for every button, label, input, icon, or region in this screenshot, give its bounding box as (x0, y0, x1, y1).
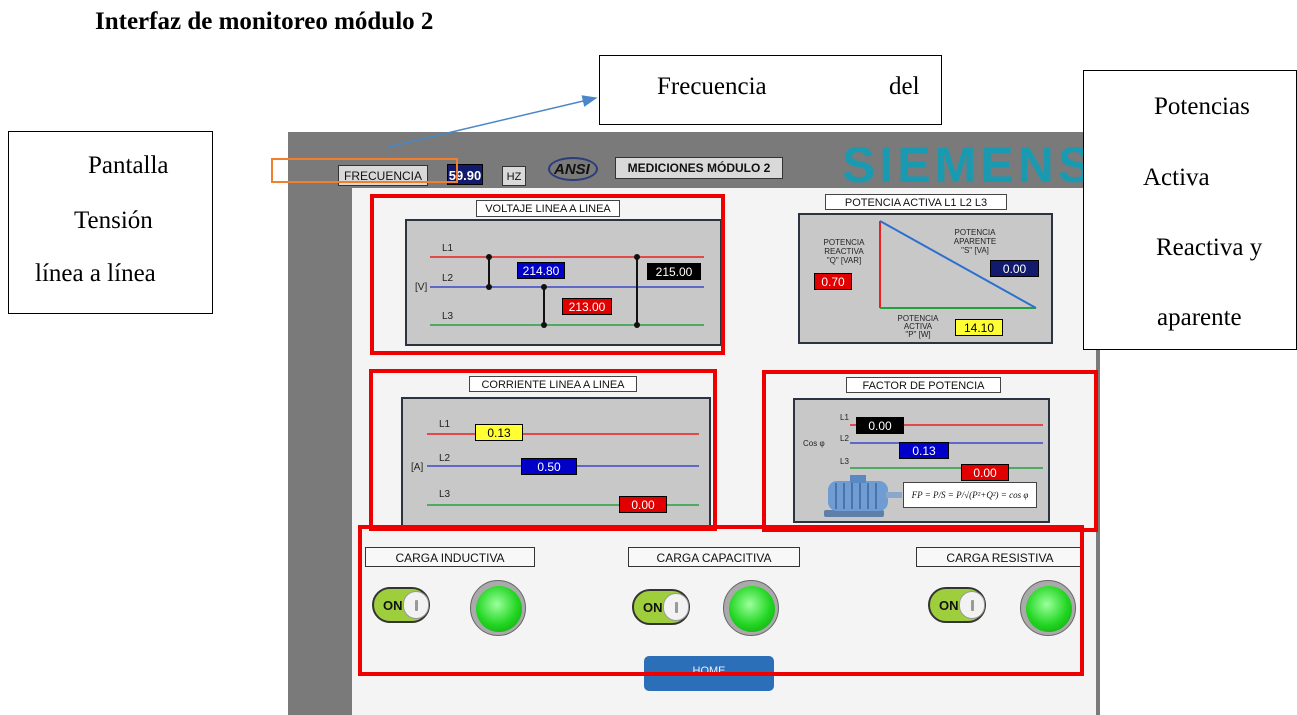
callout-frecuencia: Frecuencia del (599, 55, 942, 125)
voltage-highlight-frame (370, 194, 725, 355)
apparent-power-label-l2: APARENTE (953, 237, 997, 246)
apparent-power-label-l3: "S" [VA] (961, 246, 989, 255)
callout-potencias-line4: aparente (1157, 304, 1242, 331)
reactive-power-value: 0.70 (814, 273, 852, 290)
active-power-label-l3: "P" [W] (905, 330, 931, 339)
apparent-power-label: POTENCIA APARENTE "S" [VA] (940, 228, 1010, 255)
power-title: POTENCIA ACTIVA L1 L2 L3 (825, 194, 1007, 210)
apparent-power-label-l1: POTENCIA (954, 228, 996, 237)
callout-potencias: Potencias Activa Reactiva y aparente (1083, 70, 1297, 350)
callout-pantalla-line1: Pantalla (88, 152, 169, 179)
reactive-power-label-l3: "Q" [VAR] (826, 256, 862, 265)
callout-potencias-line3: Reactiva y (1156, 234, 1263, 261)
callout-potencias-line1: Potencias (1154, 93, 1250, 120)
power-factor-highlight-frame (762, 370, 1098, 532)
callout-pantalla: Pantalla Tensión línea a línea (8, 131, 213, 314)
callout-frecuencia-word: Frecuencia (657, 73, 767, 100)
loads-highlight-frame (358, 525, 1084, 676)
apparent-power-value: 0.00 (990, 260, 1039, 277)
voltage-section: VOLTAJE LINEA A LINEA L1 L2 L3 [V] 214.8… (352, 190, 742, 365)
current-section: CORRIENTE LINEA A LINEA L1 L2 L3 [A] 0.1… (352, 366, 722, 531)
power-diagram: POTENCIA REACTIVA "Q" [VAR] 0.70 POTENCI… (798, 213, 1053, 344)
current-highlight-frame (369, 369, 717, 531)
reactive-power-label-l1: POTENCIA (823, 238, 865, 247)
callout-pantalla-line3: línea a línea (35, 260, 156, 287)
power-factor-section: FACTOR DE POTENCIA L1 L2 L3 Cos φ 0.00 0… (762, 368, 1098, 532)
active-power-value: 14.10 (955, 319, 1003, 336)
reactive-power-label-l2: REACTIVA (824, 247, 864, 256)
callout-frecuencia-del: del (889, 73, 920, 100)
callout-pantalla-line2: Tensión (74, 207, 153, 234)
active-power-label: POTENCIA ACTIVA "P" [W] (886, 315, 950, 339)
callout-potencias-line2: Activa (1143, 164, 1210, 191)
reactive-power-label: POTENCIA REACTIVA "Q" [VAR] (814, 238, 874, 265)
